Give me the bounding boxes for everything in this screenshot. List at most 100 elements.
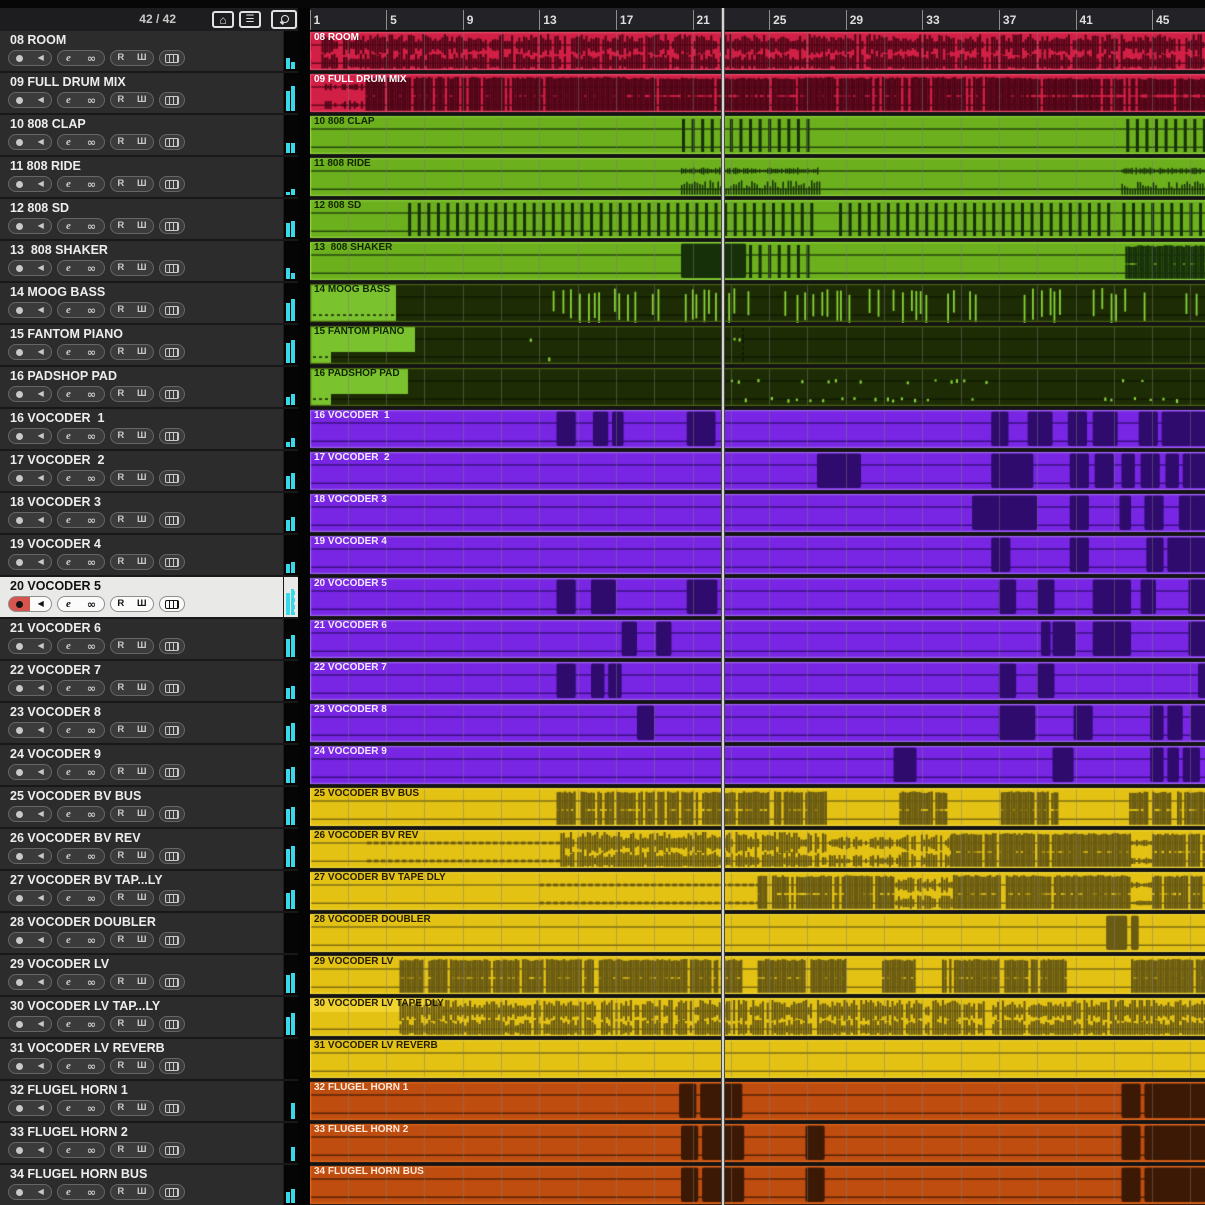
channel-strip-icon[interactable] bbox=[165, 936, 179, 945]
read-write-group[interactable]: RШ bbox=[110, 1142, 154, 1158]
monitor-icon[interactable]: ◀ bbox=[38, 894, 44, 902]
edit-inserts-group[interactable]: e∞ bbox=[57, 680, 105, 696]
record-monitor-group[interactable]: ◀ bbox=[8, 1058, 52, 1074]
record-arm-icon[interactable] bbox=[16, 727, 23, 734]
clip[interactable]: 10 808 CLAP bbox=[310, 115, 1205, 155]
track-header-15[interactable]: 15 FANTOM PIANO◀e∞RШ bbox=[0, 325, 298, 365]
edit-channel-icon[interactable]: e bbox=[66, 473, 71, 484]
edit-inserts-group[interactable]: e∞ bbox=[57, 638, 105, 654]
clip[interactable]: 27 VOCODER BV TAPE DLY bbox=[310, 871, 1205, 911]
record-monitor-group[interactable]: ◀ bbox=[8, 1016, 52, 1032]
inserts-bypass-icon[interactable]: ∞ bbox=[87, 1145, 96, 1156]
write-automation-icon[interactable]: Ш bbox=[137, 893, 147, 903]
read-write-group[interactable]: RШ bbox=[110, 302, 154, 318]
record-arm-icon[interactable] bbox=[16, 1147, 23, 1154]
track-header-31[interactable]: 31 VOCODER LV REVERB◀e∞RШ bbox=[0, 1039, 298, 1079]
write-automation-icon[interactable]: Ш bbox=[137, 1061, 147, 1071]
read-automation-icon[interactable]: R bbox=[117, 767, 124, 777]
clip[interactable]: 34 FLUGEL HORN BUS bbox=[310, 1165, 1205, 1205]
track-header-19[interactable]: 19 VOCODER 4◀e∞RШ bbox=[0, 535, 298, 575]
monitor-icon[interactable]: ◀ bbox=[38, 96, 44, 104]
edit-inserts-group[interactable]: e∞ bbox=[57, 134, 105, 150]
write-automation-icon[interactable]: Ш bbox=[137, 557, 147, 567]
edit-channel-icon[interactable]: e bbox=[66, 137, 71, 148]
write-automation-icon[interactable]: Ш bbox=[137, 263, 147, 273]
track-header-08[interactable]: 08 ROOM◀e∞RШ bbox=[0, 31, 298, 71]
read-automation-icon[interactable]: R bbox=[117, 725, 124, 735]
clip[interactable]: 29 VOCODER LV bbox=[310, 955, 1205, 995]
edit-channel-icon[interactable]: e bbox=[66, 305, 71, 316]
write-automation-icon[interactable]: Ш bbox=[137, 935, 147, 945]
channel-strip-button[interactable] bbox=[159, 806, 185, 822]
channel-strip-icon[interactable] bbox=[165, 768, 179, 777]
read-write-group[interactable]: RШ bbox=[110, 890, 154, 906]
record-arm-icon[interactable] bbox=[16, 601, 23, 608]
write-automation-icon[interactable]: Ш bbox=[137, 305, 147, 315]
edit-inserts-group[interactable]: e∞ bbox=[57, 386, 105, 402]
read-write-group[interactable]: RШ bbox=[110, 1184, 154, 1200]
edit-inserts-group[interactable]: e∞ bbox=[57, 1142, 105, 1158]
edit-inserts-group[interactable]: e∞ bbox=[57, 806, 105, 822]
record-monitor-group[interactable]: ◀ bbox=[8, 974, 52, 990]
monitor-icon[interactable]: ◀ bbox=[38, 264, 44, 272]
track-resize-handle[interactable] bbox=[294, 581, 297, 614]
record-monitor-group[interactable]: ◀ bbox=[8, 848, 52, 864]
inserts-bypass-icon[interactable]: ∞ bbox=[87, 1187, 96, 1198]
read-write-group[interactable]: RШ bbox=[110, 680, 154, 696]
monitor-icon[interactable]: ◀ bbox=[38, 978, 44, 986]
channel-strip-button[interactable] bbox=[159, 554, 185, 570]
record-arm-icon[interactable] bbox=[16, 685, 23, 692]
clip[interactable]: 21 VOCODER 6 bbox=[310, 619, 1205, 659]
read-automation-icon[interactable]: R bbox=[117, 1187, 124, 1197]
channel-strip-icon[interactable] bbox=[165, 1062, 179, 1071]
channel-strip-icon[interactable] bbox=[165, 600, 179, 609]
record-arm-icon[interactable] bbox=[16, 307, 23, 314]
write-automation-icon[interactable]: Ш bbox=[137, 767, 147, 777]
channel-strip-button[interactable] bbox=[159, 134, 185, 150]
edit-inserts-group[interactable]: e∞ bbox=[57, 470, 105, 486]
read-write-group[interactable]: RШ bbox=[110, 764, 154, 780]
channel-strip-icon[interactable] bbox=[165, 222, 179, 231]
record-arm-icon[interactable] bbox=[16, 475, 23, 482]
edit-channel-icon[interactable]: e bbox=[66, 809, 71, 820]
read-automation-icon[interactable]: R bbox=[117, 179, 124, 189]
record-arm-icon[interactable] bbox=[16, 265, 23, 272]
monitor-icon[interactable]: ◀ bbox=[38, 54, 44, 62]
read-automation-icon[interactable]: R bbox=[117, 431, 124, 441]
read-automation-icon[interactable]: R bbox=[117, 599, 124, 609]
edit-channel-icon[interactable]: e bbox=[66, 1061, 71, 1072]
record-arm-icon[interactable] bbox=[16, 643, 23, 650]
clip[interactable]: 23 VOCODER 8 bbox=[310, 703, 1205, 743]
inserts-bypass-icon[interactable]: ∞ bbox=[87, 599, 96, 610]
record-arm-icon[interactable] bbox=[16, 895, 23, 902]
clip[interactable]: 11 808 RIDE bbox=[310, 157, 1205, 197]
record-arm-icon[interactable] bbox=[16, 517, 23, 524]
record-arm-icon[interactable] bbox=[16, 811, 23, 818]
clip[interactable]: 20 VOCODER 5 bbox=[310, 577, 1205, 617]
track-header-28[interactable]: 28 VOCODER DOUBLER◀e∞RШ bbox=[0, 913, 298, 953]
monitor-icon[interactable]: ◀ bbox=[38, 180, 44, 188]
edit-channel-icon[interactable]: e bbox=[66, 179, 71, 190]
read-write-group[interactable]: RШ bbox=[110, 512, 154, 528]
write-automation-icon[interactable]: Ш bbox=[137, 389, 147, 399]
channel-strip-icon[interactable] bbox=[165, 684, 179, 693]
channel-strip-icon[interactable] bbox=[165, 1188, 179, 1197]
inserts-bypass-icon[interactable]: ∞ bbox=[87, 515, 96, 526]
record-monitor-group[interactable]: ◀ bbox=[8, 386, 52, 402]
track-header-10[interactable]: 10 808 CLAP◀e∞RШ bbox=[0, 115, 298, 155]
read-write-group[interactable]: RШ bbox=[110, 260, 154, 276]
write-automation-icon[interactable]: Ш bbox=[137, 809, 147, 819]
read-automation-icon[interactable]: R bbox=[117, 1145, 124, 1155]
edit-channel-icon[interactable]: e bbox=[66, 431, 71, 442]
edit-channel-icon[interactable]: e bbox=[66, 1145, 71, 1156]
channel-strip-icon[interactable] bbox=[165, 138, 179, 147]
track-header-32[interactable]: 32 FLUGEL HORN 1◀e∞RШ bbox=[0, 1081, 298, 1121]
track-visibility-home-button[interactable]: ⌂ bbox=[212, 11, 234, 28]
read-write-group[interactable]: RШ bbox=[110, 1100, 154, 1116]
read-automation-icon[interactable]: R bbox=[117, 1061, 124, 1071]
read-automation-icon[interactable]: R bbox=[117, 893, 124, 903]
inserts-bypass-icon[interactable]: ∞ bbox=[87, 893, 96, 904]
inserts-bypass-icon[interactable]: ∞ bbox=[87, 767, 96, 778]
edit-channel-icon[interactable]: e bbox=[66, 599, 71, 610]
monitor-icon[interactable]: ◀ bbox=[38, 348, 44, 356]
